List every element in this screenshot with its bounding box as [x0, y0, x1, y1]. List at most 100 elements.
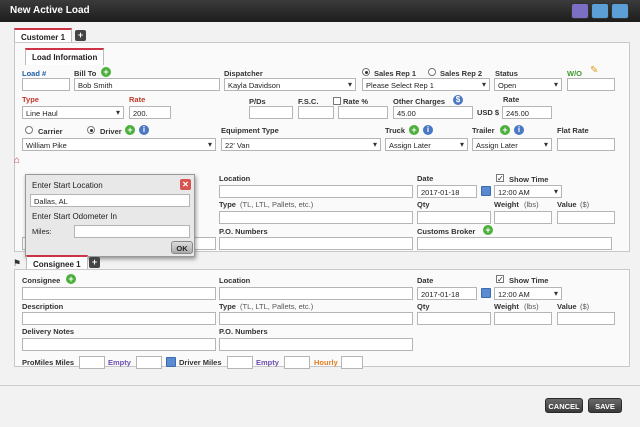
rate-percent-checkbox[interactable] [333, 97, 341, 105]
driver-radio[interactable] [87, 126, 95, 134]
driver-select[interactable]: William Pike [22, 138, 216, 151]
driver-miles-label: Driver Miles [179, 358, 222, 367]
consignee-type-label: Type [219, 302, 236, 311]
house-icon: ⌂ [14, 155, 21, 166]
wo-wrench-icon[interactable]: ✎ [590, 65, 598, 76]
consignee-value-input[interactable] [557, 312, 615, 325]
other-charges-label: Other Charges [393, 97, 446, 106]
equipment-type-select[interactable]: 22' Van [221, 138, 381, 151]
consignee-type-input[interactable] [219, 312, 413, 325]
driver-miles-calendar-icon[interactable] [166, 357, 176, 367]
shipper-show-time-checkbox[interactable]: ✓ [496, 174, 504, 183]
description-input[interactable] [22, 312, 216, 325]
rate-input[interactable]: 200. [129, 106, 171, 119]
dialog-body: Customer 1 + Load Information Load # Bil… [0, 22, 640, 427]
promiles-input[interactable] [79, 356, 105, 369]
shipper-qty-label: Qty [417, 200, 430, 209]
shipper-qty-input[interactable] [417, 211, 491, 224]
delivery-notes-label: Delivery Notes [22, 327, 75, 336]
shipper-location-input[interactable] [219, 185, 413, 198]
empty-miles-input[interactable] [136, 356, 162, 369]
rate-percent-input[interactable] [338, 106, 388, 119]
type-select[interactable]: Line Haul [22, 106, 124, 119]
tab-load-information[interactable]: Load Information [25, 48, 105, 65]
other-charges-input[interactable]: 45.00 [393, 106, 473, 119]
shipper-type-label: Type [219, 200, 236, 209]
driver-info-icon[interactable]: i [139, 125, 149, 135]
equipment-type-label: Equipment Type [221, 126, 279, 135]
add-trailer-plus-icon[interactable]: + [500, 125, 510, 135]
empty-label: Empty [108, 358, 131, 367]
flat-rate-label: Flat Rate [557, 126, 589, 135]
consignee-po-input[interactable] [219, 338, 413, 351]
popup-close-icon[interactable]: ✕ [180, 179, 191, 190]
sales-rep-2-radio[interactable] [428, 68, 436, 76]
shipper-value-input[interactable] [557, 211, 615, 224]
sales-rep-1-radio[interactable] [362, 68, 370, 76]
wo-input[interactable] [567, 78, 615, 91]
rate-total-input[interactable]: 245.00 [502, 106, 552, 119]
other-charges-info-icon[interactable]: $ [453, 95, 463, 105]
consignee-qty-label: Qty [417, 302, 430, 311]
add-consignee-plus-icon[interactable]: + [89, 257, 100, 268]
status-label: Status [495, 69, 518, 78]
customs-broker-label: Customs Broker [417, 227, 476, 236]
shipper-show-time-label: Show Time [509, 175, 549, 184]
consignee-input[interactable] [22, 287, 216, 300]
delivery-notes-input[interactable] [22, 338, 216, 351]
flat-rate-input[interactable] [557, 138, 615, 151]
shipper-date-input[interactable]: 2017-01-18 [417, 185, 477, 198]
consignee-type-hint: (TL, LTL, Pallets, etc.) [240, 302, 314, 311]
customs-broker-input[interactable] [417, 237, 612, 250]
consignee-show-time-checkbox[interactable]: ✓ [496, 275, 504, 284]
consignee-date-input[interactable]: 2017-01-18 [417, 287, 477, 300]
add-driver-plus-icon[interactable]: + [125, 125, 135, 135]
truck-select[interactable]: Assign Later [385, 138, 468, 151]
type-label: Type [22, 95, 39, 104]
window-title: New Active Load [10, 5, 90, 16]
driver-miles-input[interactable] [227, 356, 253, 369]
consignee-weight-input[interactable] [494, 312, 552, 325]
add-customer-plus-icon[interactable]: + [75, 30, 86, 41]
hourly-input[interactable] [341, 356, 363, 369]
save-button[interactable]: SAVE [588, 398, 622, 413]
shipper-type-input[interactable] [219, 211, 413, 224]
carrier-radio[interactable] [25, 126, 33, 134]
add-consignee-company-plus-icon[interactable]: + [66, 274, 76, 284]
shipper-time-select[interactable]: 12:00 AM [494, 185, 562, 198]
consignee-location-input[interactable] [219, 287, 413, 300]
shipper-po-input[interactable] [219, 237, 413, 250]
popup-ok-button[interactable]: OK [171, 241, 193, 254]
close-icon[interactable] [611, 3, 629, 19]
fsc-input[interactable] [298, 106, 334, 119]
carrier-label: Carrier [38, 127, 63, 136]
consignee-qty-input[interactable] [417, 312, 491, 325]
load-number-label: Load # [22, 69, 47, 78]
load-number-input[interactable] [22, 78, 70, 91]
help-icon[interactable] [571, 3, 589, 19]
add-truck-plus-icon[interactable]: + [409, 125, 419, 135]
bill-to-input[interactable]: Bob Smith [74, 78, 220, 91]
cancel-button[interactable]: CANCEL [545, 398, 583, 413]
start-location-input[interactable]: Dallas, AL [30, 194, 190, 207]
trailer-info-icon[interactable]: i [514, 125, 524, 135]
minimize-icon[interactable] [591, 3, 609, 19]
sales-rep-select[interactable]: Please Select Rep 1 [362, 78, 490, 91]
odometer-miles-input[interactable] [74, 225, 190, 238]
bill-to-label: Bill To [74, 69, 97, 78]
add-bill-to-plus-icon[interactable]: + [101, 67, 111, 77]
rate-percent-label: Rate % [343, 97, 369, 106]
truck-info-icon[interactable]: i [423, 125, 433, 135]
hourly-label: Hourly [314, 358, 338, 367]
add-customs-broker-plus-icon[interactable]: + [483, 225, 493, 235]
trailer-select[interactable]: Assign Later [472, 138, 552, 151]
sales-rep-2-label: Sales Rep 2 [440, 69, 483, 78]
empty2-miles-input[interactable] [284, 356, 310, 369]
pds-input[interactable] [249, 106, 293, 119]
dispatcher-select[interactable]: Kayla Davidson [224, 78, 356, 91]
consignee-time-select[interactable]: 12:00 AM [494, 287, 562, 300]
shipper-weight-input[interactable] [494, 211, 552, 224]
status-select[interactable]: Open [494, 78, 562, 91]
consignee-calendar-icon[interactable] [481, 288, 491, 298]
shipper-calendar-icon[interactable] [481, 186, 491, 196]
